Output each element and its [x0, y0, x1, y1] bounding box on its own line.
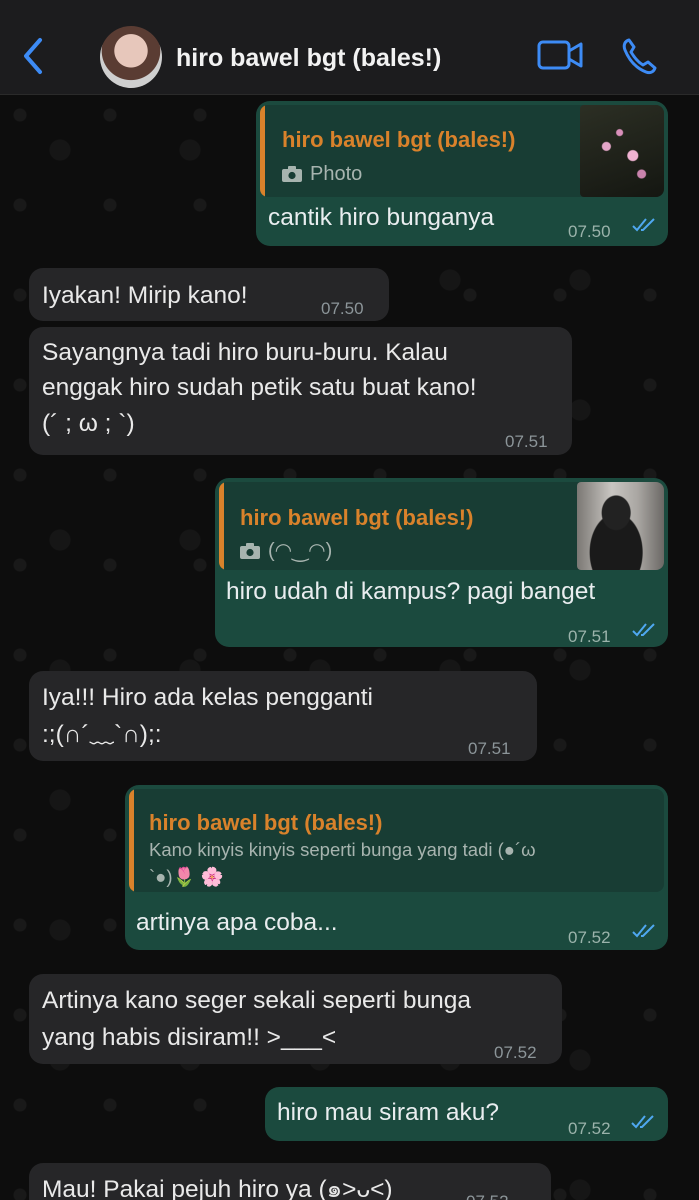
- quote-accent-bar: [219, 482, 224, 570]
- message-text-line: Artinya kano seger sekali seperti bunga: [42, 987, 472, 1014]
- message-bubble-outgoing[interactable]: hiro bawel bgt (bales!) Photo cantik hir…: [256, 101, 668, 246]
- double-check-icon: [631, 1115, 654, 1129]
- message-time: 07.52: [568, 1119, 611, 1138]
- quote-text: Photo: [310, 163, 363, 185]
- message-text: hiro udah di kampus? pagi banget: [226, 578, 596, 605]
- reply-quote[interactable]: hiro bawel bgt (bales!) Photo: [260, 105, 664, 197]
- message-text: hiro mau siram aku?: [277, 1099, 499, 1126]
- message-time: 07.52: [466, 1185, 509, 1200]
- quote-caption: (◠‿◠): [240, 534, 332, 568]
- message-time: 07.52: [568, 928, 611, 947]
- message-text: Iyakan! Mirip kano!: [42, 282, 248, 309]
- message-bubble-incoming[interactable]: Artinya kano seger sekali seperti bunga …: [29, 974, 562, 1064]
- message-bubble-outgoing[interactable]: hiro bawel bgt (bales!) Kano kinyis kiny…: [125, 785, 668, 950]
- message-text-line: (´ ; ω ; `): [42, 410, 135, 437]
- quote-accent-bar: [129, 789, 134, 892]
- quote-sender-name: hiro bawel bgt (bales!): [149, 810, 383, 835]
- message-text-line: enggak hiro sudah petik satu buat kano!: [42, 374, 477, 401]
- quote-text: (◠‿◠): [268, 540, 333, 562]
- camera-icon: [282, 166, 302, 182]
- double-check-icon: [632, 924, 655, 938]
- quote-text-line: Kano kinyis kinyis seperti bunga yang ta…: [149, 839, 536, 860]
- quote-accent-bar: [260, 105, 265, 197]
- photo-thumbnail-selfie: [577, 482, 664, 570]
- message-time: 07.52: [494, 1043, 537, 1062]
- message-bubble-incoming[interactable]: Mau! Pakai pejuh hiro ya (๑˃ᴗ˂) 07.52: [29, 1163, 551, 1200]
- quote-text-line: `●)🌷 🌸: [149, 866, 224, 887]
- message-text-line: Iya!!! Hiro ada kelas pengganti: [42, 684, 373, 711]
- double-check-icon: [632, 218, 655, 232]
- double-check-icon: [632, 623, 655, 637]
- quote-sender-name: hiro bawel bgt (bales!): [282, 127, 516, 152]
- message-bubble-outgoing[interactable]: hiro mau siram aku? 07.52: [265, 1087, 668, 1141]
- chat-header: hiro bawel bgt (bales!): [0, 0, 699, 95]
- message-bubble-incoming[interactable]: Sayangnya tadi hiro buru-buru. Kalau eng…: [29, 327, 572, 455]
- avatar[interactable]: [100, 26, 162, 88]
- message-time: 07.51: [568, 627, 611, 646]
- message-bubble-outgoing[interactable]: hiro bawel bgt (bales!) (◠‿◠) hiro udah …: [215, 478, 668, 647]
- quote-sender-name: hiro bawel bgt (bales!): [240, 505, 474, 530]
- message-time: 07.50: [568, 222, 611, 241]
- chevron-left-icon[interactable]: [18, 36, 48, 76]
- message-text: Mau! Pakai pejuh hiro ya (๑˃ᴗ˂): [42, 1176, 393, 1200]
- quote-caption: Photo: [282, 157, 362, 191]
- message-time: 07.50: [321, 299, 364, 318]
- message-text-line: :;(∩´﹏`∩);:: [42, 721, 162, 748]
- reply-quote[interactable]: hiro bawel bgt (bales!) (◠‿◠): [219, 482, 664, 570]
- contact-name[interactable]: hiro bawel bgt (bales!): [176, 44, 441, 73]
- phone-icon[interactable]: [621, 37, 657, 75]
- message-text-line: Sayangnya tadi hiro buru-buru. Kalau: [42, 339, 448, 366]
- camera-icon: [240, 543, 260, 559]
- video-call-icon[interactable]: [537, 38, 583, 72]
- message-time: 07.51: [468, 739, 511, 758]
- message-text: artinya apa coba...: [136, 909, 338, 936]
- message-bubble-incoming[interactable]: Iya!!! Hiro ada kelas pengganti :;(∩´﹏`∩…: [29, 671, 537, 761]
- message-time: 07.51: [505, 432, 548, 451]
- message-text: cantik hiro bunganya: [268, 204, 495, 231]
- reply-quote[interactable]: hiro bawel bgt (bales!) Kano kinyis kiny…: [129, 789, 664, 892]
- photo-thumbnail-flowers: [580, 105, 664, 197]
- message-bubble-incoming[interactable]: Iyakan! Mirip kano! 07.50: [29, 268, 389, 321]
- message-text-line: yang habis disiram!! >___<: [42, 1024, 337, 1051]
